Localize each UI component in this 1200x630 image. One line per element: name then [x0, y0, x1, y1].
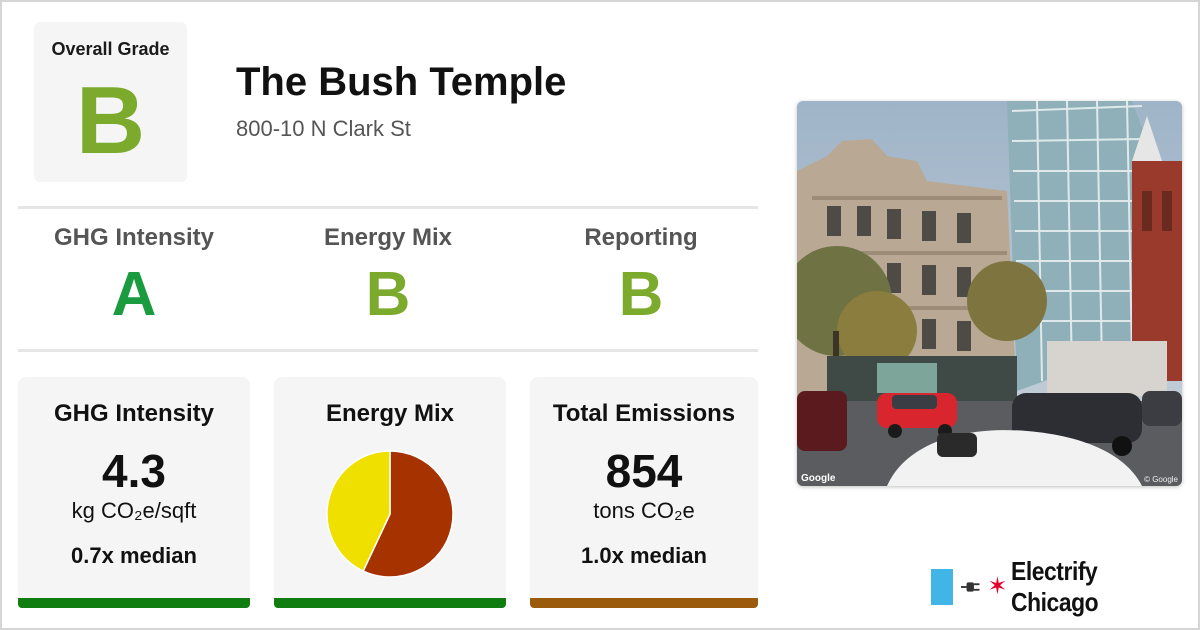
- overall-grade-letter: B: [75, 67, 146, 174]
- photo-copyright: © Google: [1144, 475, 1178, 484]
- grade-label: Energy Mix: [323, 224, 453, 251]
- ghg-intensity-card: GHG Intensity 4.3 kg CO₂e/sqft 0.7x medi…: [18, 377, 250, 608]
- building-address: 800-10 N Clark St: [236, 116, 411, 141]
- grade-reporting: Reporting B: [521, 224, 761, 336]
- energy-mix-card: Energy Mix: [274, 377, 506, 608]
- overall-grade-label: Overall Grade: [51, 39, 170, 59]
- photo-credit: Google: [801, 473, 836, 484]
- building-street-view-photo: Google © Google: [797, 101, 1182, 486]
- grade-letter: B: [618, 260, 664, 329]
- divider: [18, 349, 758, 352]
- ghg-intensity-value: 4.3: [102, 445, 166, 497]
- total-emissions-card: Total Emissions 854 tons CO₂e 1.0x media…: [530, 377, 758, 608]
- ghg-intensity-unit: kg CO₂e/sqft: [71, 498, 197, 523]
- card-status-bar: [274, 598, 506, 608]
- street-view-image: [797, 101, 1182, 486]
- card-title: Energy Mix: [325, 400, 455, 427]
- plug-icon: [961, 582, 980, 592]
- chicago-star-icon: ✶: [987, 573, 1008, 600]
- ghg-intensity-median: 0.7x median: [71, 543, 197, 568]
- grade-letter: A: [111, 260, 157, 329]
- building-name: The Bush Temple: [236, 60, 567, 104]
- chicago-flag-bar-icon: [931, 569, 954, 605]
- grade-energy-mix: Energy Mix B: [268, 224, 508, 336]
- card-status-bar: [530, 598, 758, 608]
- grade-label: Reporting: [584, 224, 698, 251]
- grade-label: GHG Intensity: [53, 224, 215, 251]
- total-emissions-value: 854: [605, 445, 683, 497]
- grade-letter: B: [365, 260, 411, 329]
- card-title: Total Emissions: [552, 400, 736, 427]
- energy-mix-pie-chart: [326, 450, 454, 578]
- total-emissions-median: 1.0x median: [581, 543, 707, 568]
- overall-grade-box: Overall Grade B: [34, 22, 187, 182]
- divider: [18, 206, 758, 209]
- electrify-chicago-logo[interactable]: ✶ Electrify Chicago: [931, 556, 1200, 617]
- card-title: GHG Intensity: [53, 400, 215, 427]
- total-emissions-unit: tons CO₂e: [593, 498, 695, 523]
- brand-name: Electrify Chicago: [1011, 556, 1099, 617]
- card-status-bar: [18, 598, 250, 608]
- grade-ghg-intensity: GHG Intensity A: [14, 224, 254, 336]
